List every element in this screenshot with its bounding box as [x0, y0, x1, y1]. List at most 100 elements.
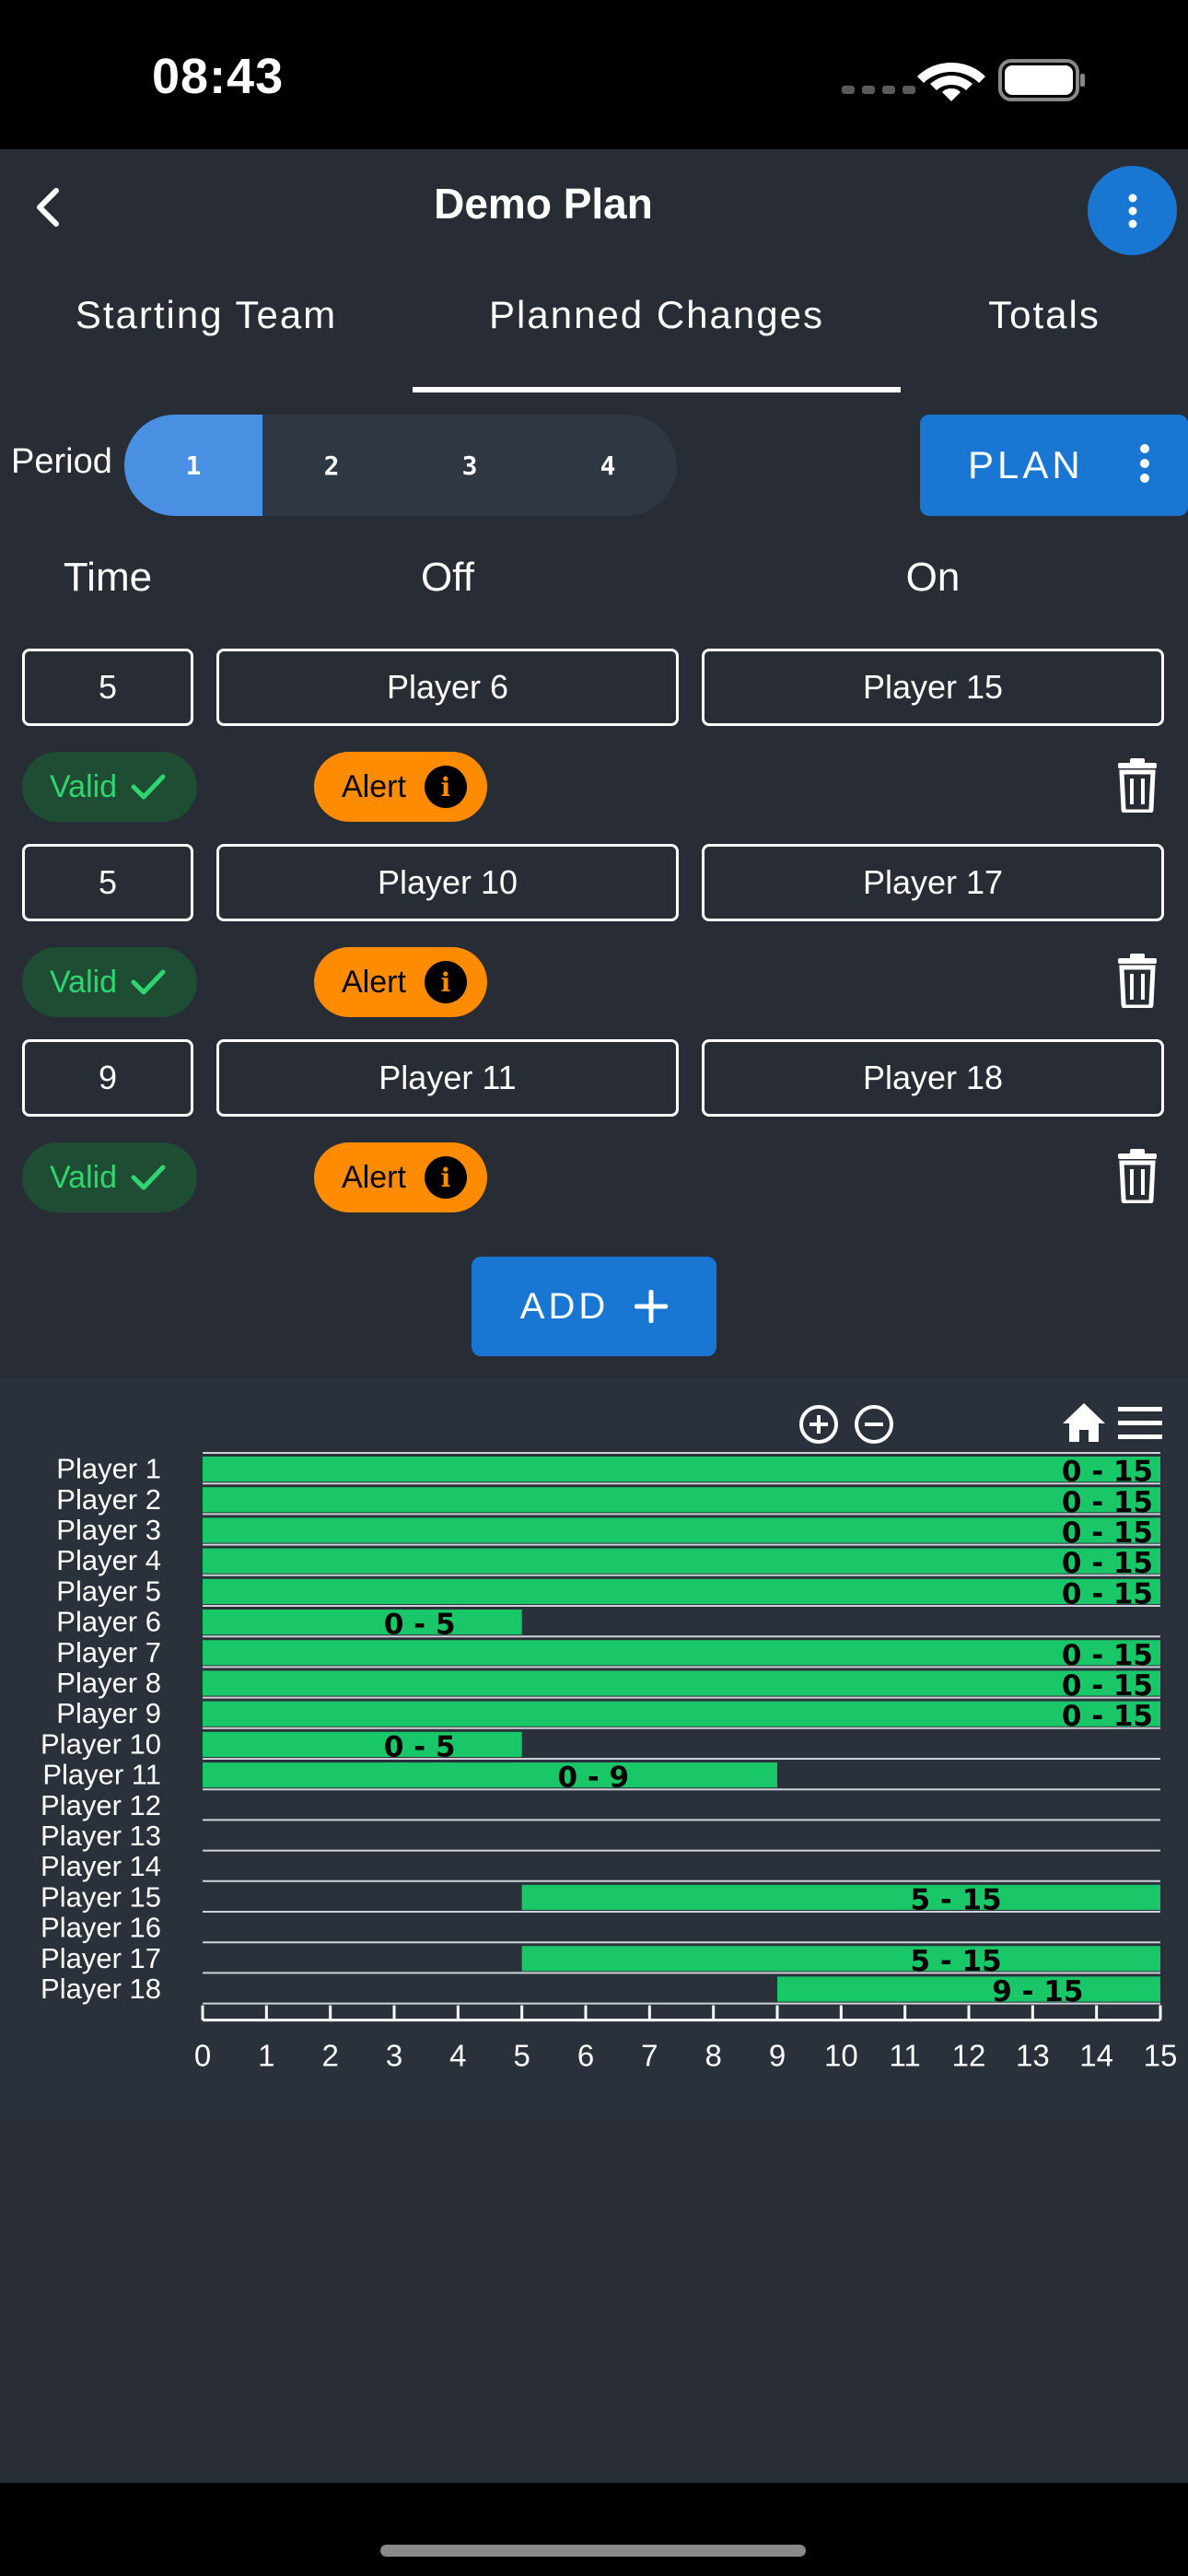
info-icon: i	[424, 766, 467, 808]
check-icon	[131, 774, 166, 800]
add-change-button[interactable]: ADD	[472, 1257, 716, 1356]
bar	[777, 1976, 1160, 2002]
valid-chip: Valid	[22, 752, 197, 822]
alert-chip[interactable]: Alert i	[314, 1142, 487, 1212]
plan-button[interactable]: PLAN	[920, 415, 1188, 516]
time-column-header: Time	[63, 555, 153, 600]
on-player-field[interactable]: Player 17	[702, 844, 1164, 921]
x-tick-label: 6	[577, 2039, 594, 2073]
category-label: Player 9	[56, 1697, 161, 1729]
info-icon: i	[424, 1156, 467, 1199]
x-tick-label: 14	[1079, 2039, 1113, 2073]
period-option-4[interactable]: 4	[539, 415, 677, 516]
status-bar: 08:43	[0, 0, 1188, 149]
timeline-chart: Player 1 0 - 15 Player 2 0 - 15 Player 3 0 - …	[0, 1377, 1188, 2119]
change-row: 5 Player 6 Player 15 Valid Alert i	[0, 649, 1188, 844]
period-option-1[interactable]: 1	[124, 415, 262, 516]
trash-icon[interactable]	[1114, 1148, 1160, 1203]
check-icon	[131, 1165, 166, 1190]
category-label: Player 11	[42, 1759, 161, 1791]
x-tick-label: 0	[194, 2039, 211, 2073]
period-option-3[interactable]: 3	[401, 415, 539, 516]
category-label: Player 4	[56, 1544, 161, 1576]
data-label: 0 - 15	[1062, 1547, 1153, 1580]
x-tick-label: 12	[952, 2039, 986, 2073]
top-bar: Demo Plan	[0, 149, 1188, 264]
valid-chip: Valid	[22, 1142, 197, 1212]
chart-plot: Player 1 0 - 15 Player 2 0 - 15 Player 3 0 - …	[41, 1452, 1177, 2073]
data-label: 5 - 15	[911, 1945, 1002, 1978]
period-label: Period	[11, 442, 112, 481]
data-label: 0 - 15	[1062, 1669, 1153, 1703]
bar	[521, 1884, 1160, 1910]
wifi-icon	[917, 63, 985, 101]
period-selector: 1 2 3 4	[124, 415, 677, 516]
data-label: 9 - 15	[992, 1975, 1083, 2008]
valid-label: Valid	[50, 768, 118, 804]
time-field[interactable]: 5	[22, 649, 193, 726]
more-vertical-icon	[1140, 444, 1149, 483]
valid-label: Valid	[50, 964, 118, 1000]
time-field[interactable]: 9	[22, 1039, 193, 1117]
x-tick-label: 9	[769, 2039, 786, 2073]
category-label: Player 2	[56, 1483, 161, 1516]
on-player-field[interactable]: Player 18	[702, 1039, 1164, 1117]
category-label: Player 7	[56, 1636, 161, 1669]
on-player-field[interactable]: Player 15	[702, 649, 1164, 726]
trash-icon[interactable]	[1114, 757, 1160, 813]
x-tick-label: 8	[705, 2039, 721, 2073]
alert-chip[interactable]: Alert i	[314, 947, 487, 1017]
info-icon: i	[424, 961, 467, 1003]
more-menu-button[interactable]	[1088, 166, 1177, 255]
bar	[203, 1487, 1160, 1513]
bar	[203, 1578, 1160, 1604]
bar	[203, 1517, 1160, 1543]
x-tick-label: 11	[890, 2039, 921, 2073]
category-label: Player 15	[41, 1880, 161, 1913]
x-tick-label: 7	[641, 2039, 658, 2073]
data-label: 0 - 5	[384, 1609, 456, 1642]
data-label: 0 - 5	[384, 1730, 456, 1763]
home-indicator-area	[0, 2483, 1188, 2576]
tab-starting-team[interactable]: Starting Team	[0, 271, 413, 358]
data-label: 0 - 15	[1062, 1700, 1153, 1733]
valid-label: Valid	[50, 1159, 118, 1195]
x-tick-label: 3	[386, 2039, 402, 2073]
off-player-field[interactable]: Player 11	[216, 1039, 679, 1117]
page-title: Demo Plan	[434, 180, 653, 228]
tab-planned-changes[interactable]: Planned Changes	[413, 271, 901, 358]
off-player-field[interactable]: Player 10	[216, 844, 679, 921]
more-vertical-icon	[1128, 193, 1136, 228]
alert-label: Alert	[342, 768, 406, 804]
add-button-label: ADD	[519, 1285, 610, 1327]
x-tick-label: 1	[258, 2039, 274, 2073]
bar	[203, 1640, 1160, 1666]
trash-icon[interactable]	[1114, 953, 1160, 1008]
category-label: Player 1	[56, 1453, 161, 1485]
plus-icon	[635, 1290, 669, 1323]
change-row: 5 Player 10 Player 17 Valid Alert i	[0, 844, 1188, 1039]
category-label: Player 13	[41, 1820, 161, 1852]
on-column-header: On	[905, 555, 961, 600]
active-tab-indicator	[413, 387, 901, 392]
category-label: Player 16	[41, 1912, 161, 1944]
time-field[interactable]: 5	[22, 844, 193, 921]
check-icon	[131, 969, 166, 995]
off-player-field[interactable]: Player 6	[216, 649, 679, 726]
x-tick-label: 2	[321, 2039, 338, 2073]
category-label: Player 10	[41, 1727, 161, 1760]
bar	[203, 1457, 1160, 1482]
tab-totals[interactable]: Totals	[901, 271, 1188, 358]
data-label: 0 - 15	[1062, 1516, 1153, 1550]
status-icons	[842, 59, 1085, 101]
alert-label: Alert	[342, 964, 406, 1000]
category-label: Player 8	[56, 1667, 161, 1699]
data-label: 0 - 15	[1062, 1456, 1153, 1489]
data-label: 0 - 15	[1062, 1486, 1153, 1519]
period-option-2[interactable]: 2	[262, 415, 401, 516]
bar	[203, 1701, 1160, 1727]
signal-icon	[842, 86, 915, 94]
alert-chip[interactable]: Alert i	[314, 752, 487, 822]
off-column-header: Off	[421, 555, 474, 600]
valid-chip: Valid	[22, 947, 197, 1017]
